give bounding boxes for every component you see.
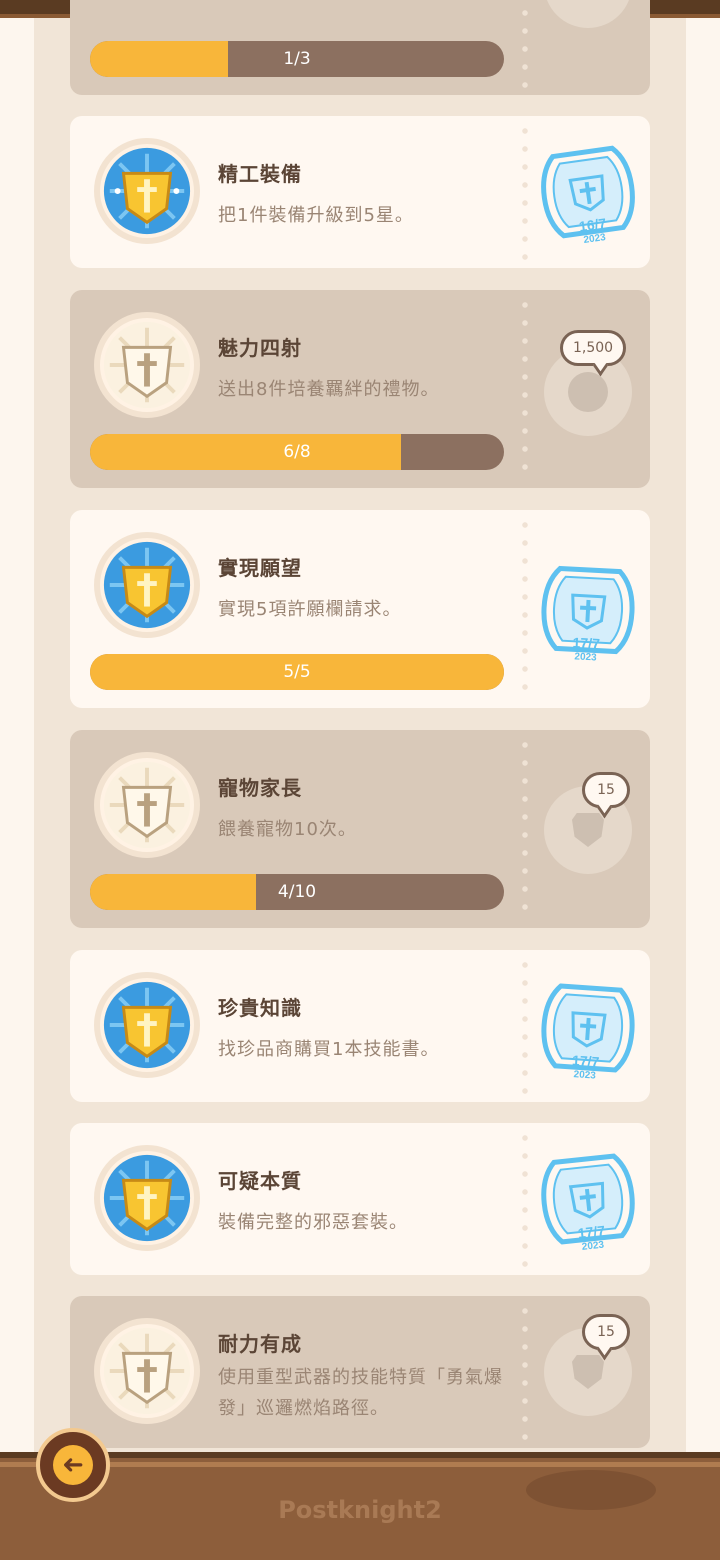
- stamp-year: 2023: [581, 1240, 605, 1253]
- card-divider: [522, 296, 528, 482]
- achievement-badge-icon: [94, 1318, 200, 1424]
- achievement-card[interactable]: 實現願望 實現5項許願欄請求。 5/5 17/7 2023: [70, 510, 650, 708]
- progress-label: 6/8: [283, 442, 311, 462]
- achievement-badge-icon: [94, 972, 200, 1078]
- card-divider: [522, 122, 528, 262]
- card-divider: [522, 1129, 528, 1269]
- achievement-desc: 找珍品商購買1本技能書。: [218, 1039, 440, 1060]
- achievement-card[interactable]: 精工裝備 把1件裝備升級到5星。 16/7 2023: [70, 116, 650, 268]
- progress-label: 5/5: [283, 662, 311, 682]
- reward-amount-bubble: 15: [582, 772, 630, 808]
- progress-label: 1/3: [283, 49, 311, 69]
- achievement-desc: 把1件裝備升級到5星。: [218, 205, 414, 226]
- stamp-year: 2023: [573, 1069, 596, 1082]
- back-arrow-icon: ➜: [53, 1445, 93, 1485]
- stamp-date: 17/7: [572, 1052, 601, 1070]
- completion-stamp-icon: 17/7 2023: [536, 556, 640, 664]
- achievement-title: 耐力有成: [218, 1332, 302, 1356]
- achievement-badge-icon: [94, 138, 200, 244]
- achievement-card[interactable]: 珍貴知識 找珍品商購買1本技能書。 17/7 2023: [70, 950, 650, 1102]
- progress-bar: 4/10: [90, 874, 504, 910]
- achievement-title: 精工裝備: [218, 162, 302, 186]
- achievement-card-partial[interactable]: 1/3: [70, 0, 650, 95]
- reward-amount-bubble: 15: [582, 1314, 630, 1350]
- progress-label: 4/10: [277, 882, 317, 902]
- achievement-badge-icon: [94, 532, 200, 638]
- achievement-card[interactable]: 可疑本質 裝備完整的邪惡套裝。 17/7 2023: [70, 1123, 650, 1275]
- stamp-year: 2023: [574, 651, 597, 663]
- achievement-desc: 使用重型武器的技能特質「勇氣爆發」巡邏燃焰路徑。: [218, 1367, 503, 1419]
- achievement-badge-icon: [94, 752, 200, 858]
- stamp-date: 17/7: [577, 1222, 606, 1241]
- achievement-title: 魅力四射: [218, 336, 302, 360]
- back-button[interactable]: ➜: [36, 1428, 110, 1502]
- achievement-title: 實現願望: [218, 556, 302, 580]
- achievement-desc: 裝備完整的邪惡套裝。: [218, 1212, 408, 1233]
- achievement-title: 可疑本質: [218, 1169, 302, 1193]
- achievement-card[interactable]: 寵物家長 餵養寵物10次。 4/10 15: [70, 730, 650, 928]
- progress-bar: 5/5: [90, 654, 504, 690]
- card-divider: [522, 1302, 528, 1442]
- reward-slot: [544, 0, 632, 28]
- card-divider: [522, 516, 528, 702]
- achievement-card[interactable]: 耐力有成 使用重型武器的技能特質「勇氣爆發」巡邏燃焰路徑。 15: [70, 1296, 650, 1448]
- completion-stamp-icon: 17/7 2023: [536, 974, 640, 1082]
- game-logo: Postknight2: [278, 1496, 442, 1524]
- card-divider: [522, 956, 528, 1096]
- card-divider: [522, 736, 528, 922]
- completion-stamp-icon: 16/7 2023: [536, 138, 640, 246]
- progress-bar: 1/3: [90, 41, 504, 77]
- achievement-desc: 實現5項許願欄請求。: [218, 599, 402, 620]
- card-divider: [522, 0, 528, 89]
- achievement-desc: 送出8件培養羈絆的禮物。: [218, 379, 440, 400]
- achievement-card[interactable]: 魅力四射 送出8件培養羈絆的禮物。 6/8 1,500: [70, 290, 650, 488]
- stamp-date: 17/7: [572, 634, 600, 651]
- achievement-badge-icon: [94, 1145, 200, 1251]
- reward-amount-bubble: 1,500: [560, 330, 627, 366]
- achievement-badge-icon: [94, 312, 200, 418]
- achievement-title: 珍貴知識: [218, 996, 302, 1020]
- progress-bar: 6/8: [90, 434, 504, 470]
- stamp-year: 2023: [583, 232, 607, 246]
- achievement-desc: 餵養寵物10次。: [218, 819, 357, 840]
- completion-stamp-icon: 17/7 2023: [536, 1145, 640, 1253]
- achievement-title: 寵物家長: [218, 776, 302, 800]
